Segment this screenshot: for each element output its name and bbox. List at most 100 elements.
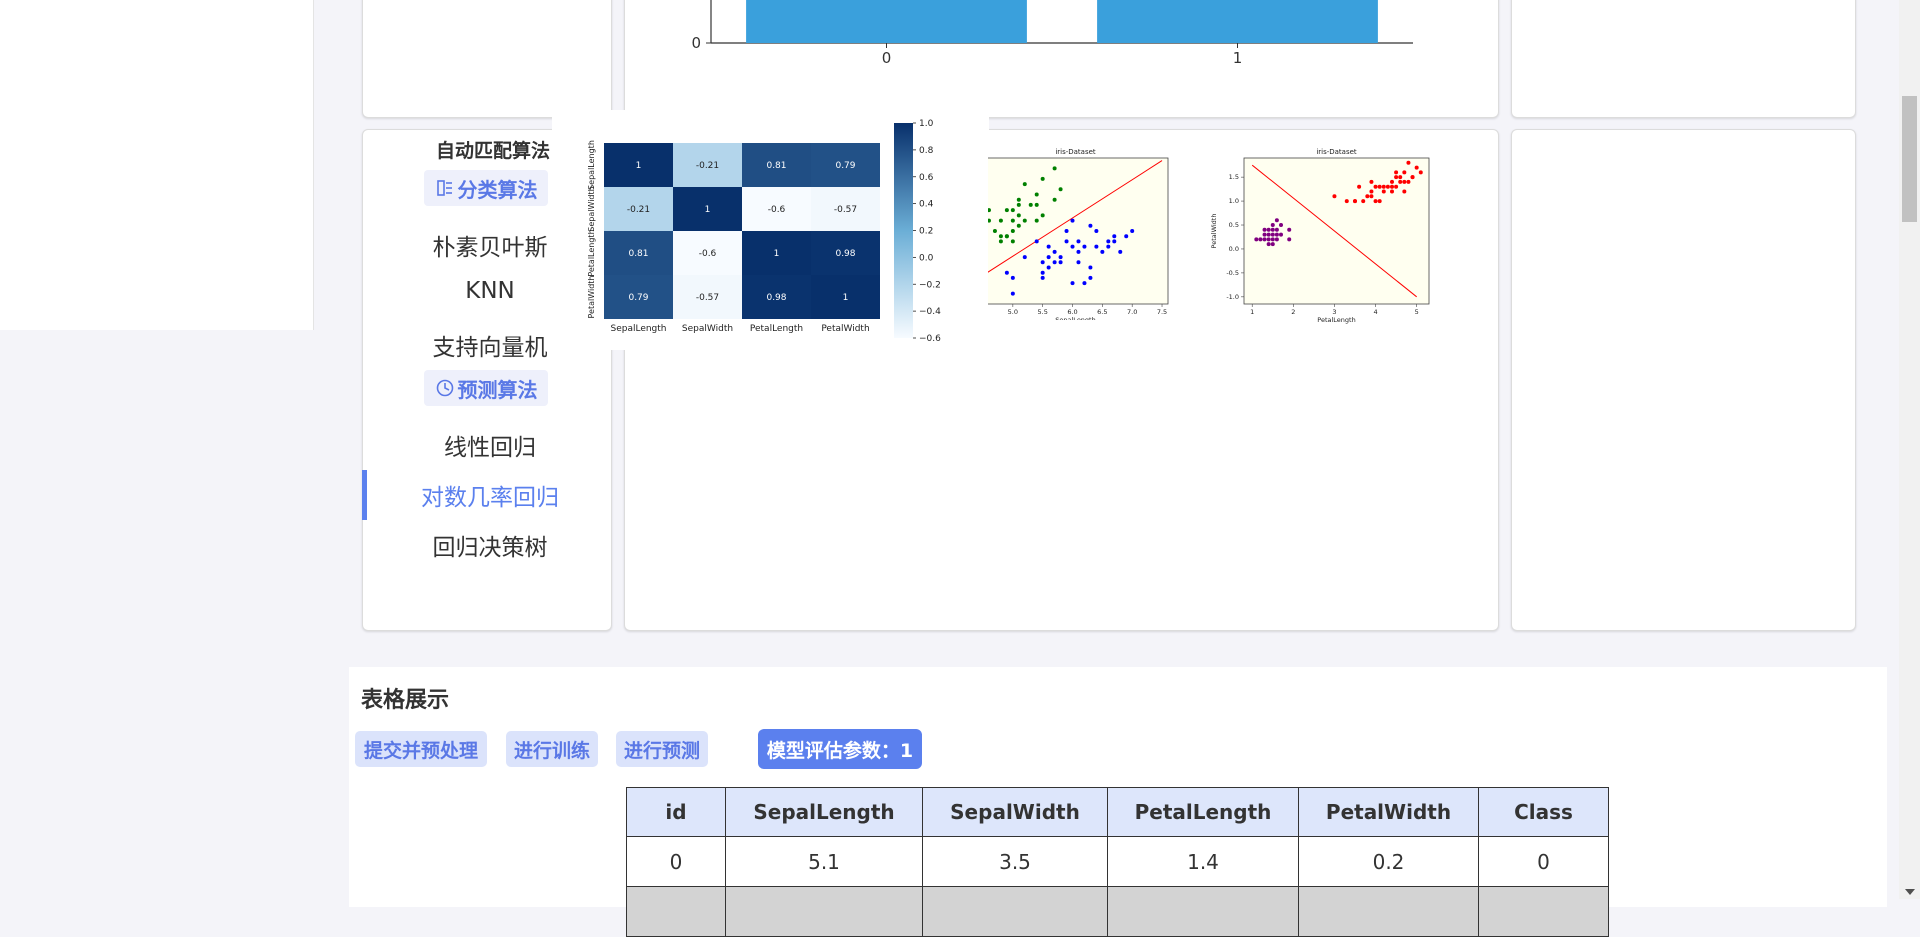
scatter-point (1271, 242, 1275, 246)
menu-item-knn[interactable]: KNN (420, 278, 560, 310)
data-table-wrap: id SepalLength SepalWidth PetalLength Pe… (626, 787, 1609, 937)
scatter-point (1035, 203, 1039, 207)
scatter-point (1382, 185, 1386, 189)
scrollbar-track[interactable] (1899, 0, 1920, 899)
scatter-point (1406, 161, 1410, 165)
scroll-down-arrow-icon[interactable] (1905, 889, 1915, 895)
table-header-cell: SepalWidth (923, 788, 1108, 837)
category-prediction-label: 预测算法 (458, 374, 538, 403)
chart-title: iris-Dataset (1055, 148, 1096, 156)
train-button[interactable]: 进行训练 (506, 731, 598, 767)
model-metric-badge[interactable]: 模型评估参数：1 (758, 729, 922, 769)
x-tick-label: 3 (1332, 308, 1336, 316)
y-axis-label: PetalWidth (1210, 214, 1218, 249)
heatmap-value-label: -0.21 (696, 161, 719, 171)
scatter-point (1124, 234, 1128, 238)
scatter-point (1041, 260, 1045, 264)
colorbar-tick-label: −0.2 (919, 280, 941, 290)
scatter-point (1374, 199, 1378, 203)
scatter-point (1071, 281, 1075, 285)
x-tick-label: 5 (1415, 308, 1419, 316)
scatter-point (1361, 199, 1365, 203)
table-header-cell: Class (1479, 788, 1609, 837)
scatter-point (1005, 208, 1009, 212)
y-tick-label: -0.5 (1226, 269, 1239, 277)
scatter-point (1402, 170, 1406, 174)
scatter-point (1275, 218, 1279, 222)
scatter-point (1287, 237, 1291, 241)
scatter-point (1023, 182, 1027, 186)
scatter-point (1353, 199, 1357, 203)
x-tick-label: 5.5 (1038, 308, 1048, 316)
scatter-point (1275, 237, 1279, 241)
scatter-point (1369, 190, 1373, 194)
layout-icon (435, 178, 455, 198)
table-header-row: id SepalLength SepalWidth PetalLength Pe… (627, 788, 1609, 837)
scatter-point (1005, 234, 1009, 238)
menu-item-regression-tree[interactable]: 回归决策树 (420, 528, 560, 560)
scatter-point (1065, 229, 1069, 233)
scatter-point (1076, 239, 1080, 243)
scatter-point (1106, 239, 1110, 243)
scatter-point (1378, 185, 1382, 189)
scatter-point (1345, 199, 1349, 203)
colorbar-tick-label: 0.0 (919, 253, 934, 263)
menu-item-naive-bayes[interactable]: 朴素贝叶斯 (420, 228, 560, 260)
scatter-point (1100, 250, 1104, 254)
y-tick-label: 1.0 (1229, 197, 1239, 205)
top-chart-card: 010 (624, 0, 1499, 118)
scatter-point (1271, 228, 1275, 232)
table-cell: 1.4 (1108, 837, 1299, 887)
active-indicator (362, 470, 367, 520)
data-table: id SepalLength SepalWidth PetalLength Pe… (626, 787, 1609, 937)
scatter-point (1271, 223, 1275, 227)
heatmap-row-label: PetalLength (587, 229, 596, 276)
heatmap-value-label: 0.81 (628, 249, 648, 259)
scatter-point (1279, 223, 1283, 227)
scatter-point (1088, 224, 1092, 228)
menu-item-logistic-regression[interactable]: 对数几率回归 (410, 478, 570, 510)
menu-item-linear-regression[interactable]: 线性回归 (420, 428, 560, 460)
scatter-point (1047, 245, 1051, 249)
scatter-point (1041, 177, 1045, 181)
colorbar (894, 123, 913, 338)
scrollbar-thumb[interactable] (1902, 96, 1917, 222)
scatter-point (1011, 229, 1015, 233)
category-classification[interactable]: 分类算法 (424, 170, 548, 206)
scatter-plot-petal: iris-Dataset123451.51.00.50.0-0.5-1.0Pet… (1208, 145, 1438, 325)
scatter-point (1065, 239, 1069, 243)
scatter-point (1271, 237, 1275, 241)
scatter-point (1394, 175, 1398, 179)
scatter-point (1011, 219, 1015, 223)
table-cell: 0 (627, 837, 726, 887)
scatter-point (1263, 233, 1267, 237)
x-axis-label: PetalLength (1317, 316, 1355, 324)
section-title: 表格展示 (361, 682, 561, 712)
submit-preprocess-button[interactable]: 提交并预处理 (355, 731, 487, 767)
y-tick-label: 1.5 (1229, 173, 1239, 181)
scatter-point (1357, 185, 1361, 189)
scatter-point (1059, 260, 1063, 264)
chart-title: iris-Dataset (1316, 148, 1357, 156)
x-axis-label: SepalLength (1055, 316, 1095, 320)
table-row: 0 5.1 3.5 1.4 0.2 0 (627, 837, 1609, 887)
x-tick-label: 0 (882, 49, 892, 67)
x-tick-label: 4 (1373, 308, 1377, 316)
scatter-point (1118, 250, 1122, 254)
colorbar-tick-label: 0.6 (919, 173, 934, 183)
scatter-point (1023, 255, 1027, 259)
scatter-point (1059, 255, 1063, 259)
scatter-point (1029, 203, 1033, 207)
category-classification-label: 分类算法 (458, 174, 538, 203)
table-header-cell: SepalLength (726, 788, 923, 837)
predict-button[interactable]: 进行预测 (616, 731, 708, 767)
scatter-point (1386, 185, 1390, 189)
scatter-point (1088, 276, 1092, 280)
menu-item-svm[interactable]: 支持向量机 (420, 328, 560, 360)
scatter-point (1094, 229, 1098, 233)
table-cell: 0 (1479, 837, 1609, 887)
category-prediction[interactable]: 预测算法 (424, 370, 548, 406)
x-tick-label: 6.0 (1067, 308, 1077, 316)
heatmap-col-label: SepalLength (610, 324, 666, 334)
scatter-point (1053, 260, 1057, 264)
